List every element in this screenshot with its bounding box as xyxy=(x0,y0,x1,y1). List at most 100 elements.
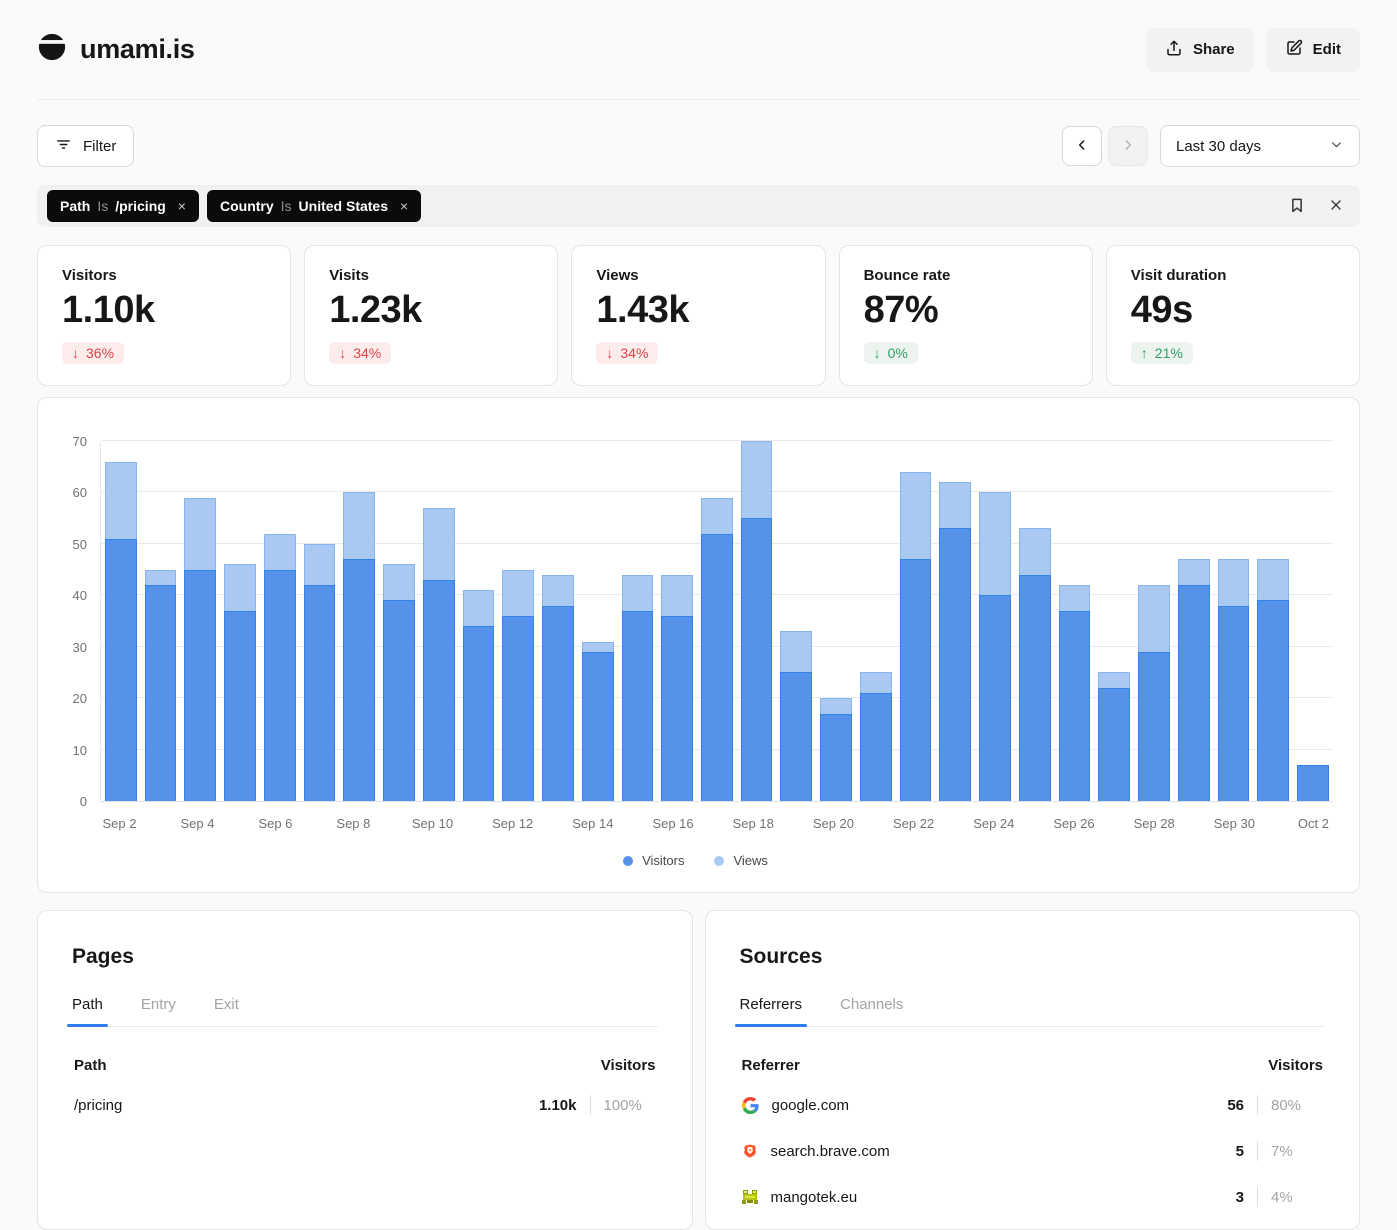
metric-change-badge: ↑21% xyxy=(1131,342,1193,364)
metric-value: 87% xyxy=(864,289,1068,332)
chart-plot-column: Sep 2Sep 4Sep 6Sep 8Sep 10Sep 12Sep 14Se… xyxy=(100,442,1333,831)
remove-filter-icon[interactable]: × xyxy=(178,198,186,214)
visitors-bar xyxy=(701,534,733,801)
sources-table-row[interactable]: search.brave.com57% xyxy=(740,1128,1326,1174)
chart-bar-sep-12[interactable] xyxy=(498,442,538,801)
metric-label: Bounce rate xyxy=(864,267,1068,284)
pages-table-row[interactable]: /pricing1.10k100% xyxy=(72,1082,658,1128)
visitors-bar xyxy=(383,600,415,801)
x-axis-label xyxy=(694,816,733,831)
chart-bars xyxy=(101,442,1333,801)
chart-bar-sep-7[interactable] xyxy=(300,442,340,801)
chart-bar-sep-27[interactable] xyxy=(1094,442,1134,801)
filter-chips: PathIs/pricing×CountryIsUnited States× xyxy=(47,190,421,222)
sources-table-row[interactable]: google.com5680% xyxy=(740,1082,1326,1128)
visitors-bar xyxy=(105,539,137,801)
x-axis-label xyxy=(139,816,178,831)
chart-bar-sep-14[interactable] xyxy=(578,442,618,801)
share-label: Share xyxy=(1193,41,1235,58)
metric-change-value: 0% xyxy=(888,345,908,361)
clear-filters-button[interactable] xyxy=(1328,197,1344,216)
x-axis-label: Sep 24 xyxy=(973,816,1014,831)
chart-bar-sep-16[interactable] xyxy=(657,442,697,801)
chart-bar-sep-24[interactable] xyxy=(975,442,1015,801)
chart-bar-sep-28[interactable] xyxy=(1134,442,1174,801)
legend-item-views[interactable]: Views xyxy=(714,853,767,868)
chart-bar-sep-20[interactable] xyxy=(816,442,856,801)
chart-bar-sep-3[interactable] xyxy=(141,442,181,801)
chart-bar-sep-18[interactable] xyxy=(737,442,777,801)
arrow-down-icon: ↓ xyxy=(874,345,881,361)
pages-table-rows: /pricing1.10k100% xyxy=(72,1082,658,1128)
y-axis-label: 60 xyxy=(73,486,87,499)
x-axis-label xyxy=(1255,816,1294,831)
date-range-value: Last 30 days xyxy=(1176,138,1261,155)
chart-bar-sep-26[interactable] xyxy=(1055,442,1095,801)
chart-bar-oct-1[interactable] xyxy=(1253,442,1293,801)
visitors-bar xyxy=(820,714,852,801)
x-axis-label: Sep 4 xyxy=(178,816,217,831)
edit-label: Edit xyxy=(1313,41,1341,58)
chart-bar-sep-9[interactable] xyxy=(379,442,419,801)
chart-bar-sep-6[interactable] xyxy=(260,442,300,801)
filter-chip-country[interactable]: CountryIsUnited States× xyxy=(207,190,421,222)
umami-logo-icon xyxy=(37,32,67,67)
chart-bar-sep-5[interactable] xyxy=(220,442,260,801)
chart-bar-sep-30[interactable] xyxy=(1214,442,1254,801)
x-axis-label: Sep 14 xyxy=(572,816,613,831)
chart-bar-sep-22[interactable] xyxy=(896,442,936,801)
tab-sources-channels[interactable]: Channels xyxy=(840,996,903,1026)
x-axis-label: Sep 22 xyxy=(893,816,934,831)
chart-bar-sep-29[interactable] xyxy=(1174,442,1214,801)
date-range-select[interactable]: Last 30 days xyxy=(1160,125,1360,167)
visitors-bar xyxy=(1178,585,1210,801)
metric-change-badge: ↓34% xyxy=(596,342,658,364)
sources-row-name: google.com xyxy=(772,1097,850,1114)
remove-filter-icon[interactable]: × xyxy=(400,198,408,214)
chart-bar-sep-25[interactable] xyxy=(1015,442,1055,801)
share-button[interactable]: Share xyxy=(1146,28,1254,72)
chart-bar-sep-8[interactable] xyxy=(339,442,379,801)
edit-button[interactable]: Edit xyxy=(1266,28,1360,72)
chart-bar-oct-2[interactable] xyxy=(1293,442,1333,801)
metric-card-bounce-rate: Bounce rate 87% ↓ 0% xyxy=(839,245,1093,386)
filter-label: Filter xyxy=(83,138,116,155)
edit-icon xyxy=(1285,39,1303,61)
chart-bar-sep-10[interactable] xyxy=(419,442,459,801)
metric-change-value: 21% xyxy=(1155,345,1183,361)
next-period-button[interactable] xyxy=(1108,126,1148,166)
tab-pages-entry[interactable]: Entry xyxy=(141,996,176,1026)
save-filter-bookmark-button[interactable] xyxy=(1288,196,1306,217)
site-title: umami.is xyxy=(80,34,195,65)
sources-row-label: search.brave.com xyxy=(742,1143,890,1160)
chart-bar-sep-13[interactable] xyxy=(538,442,578,801)
tab-sources-referrers[interactable]: Referrers xyxy=(740,996,803,1026)
x-axis-label xyxy=(854,816,893,831)
filter-button[interactable]: Filter xyxy=(37,125,134,167)
sources-table-row[interactable]: mangotek.eu34% xyxy=(740,1174,1326,1220)
visitors-bar xyxy=(1059,611,1091,801)
chart-bar-sep-21[interactable] xyxy=(856,442,896,801)
previous-period-button[interactable] xyxy=(1062,126,1102,166)
legend-item-visitors[interactable]: Visitors xyxy=(623,853,684,868)
tab-pages-path[interactable]: Path xyxy=(72,996,103,1026)
pages-row-label: /pricing xyxy=(74,1097,122,1114)
chart-bar-sep-11[interactable] xyxy=(459,442,499,801)
x-axis-label: Sep 20 xyxy=(813,816,854,831)
arrow-down-icon: ↓ xyxy=(339,345,346,361)
chart-bar-sep-19[interactable] xyxy=(776,442,816,801)
tab-pages-exit[interactable]: Exit xyxy=(214,996,239,1026)
chart-bar-sep-17[interactable] xyxy=(697,442,737,801)
sources-table-header: Referrer Visitors xyxy=(740,1057,1326,1074)
metric-label: Views xyxy=(596,267,800,284)
chart-bar-sep-2[interactable] xyxy=(101,442,141,801)
metric-value: 49s xyxy=(1131,289,1335,332)
visitors-bar xyxy=(224,611,256,801)
chart-bar-sep-4[interactable] xyxy=(180,442,220,801)
visitors-bar xyxy=(463,626,495,801)
chart-bar-sep-23[interactable] xyxy=(935,442,975,801)
filter-chip-path[interactable]: PathIs/pricing× xyxy=(47,190,199,222)
visitors-bar xyxy=(423,580,455,801)
chart-bar-sep-15[interactable] xyxy=(618,442,658,801)
metric-cards: Visitors1.10k↓36%Visits1.23k↓34%Views1.4… xyxy=(37,245,1360,386)
